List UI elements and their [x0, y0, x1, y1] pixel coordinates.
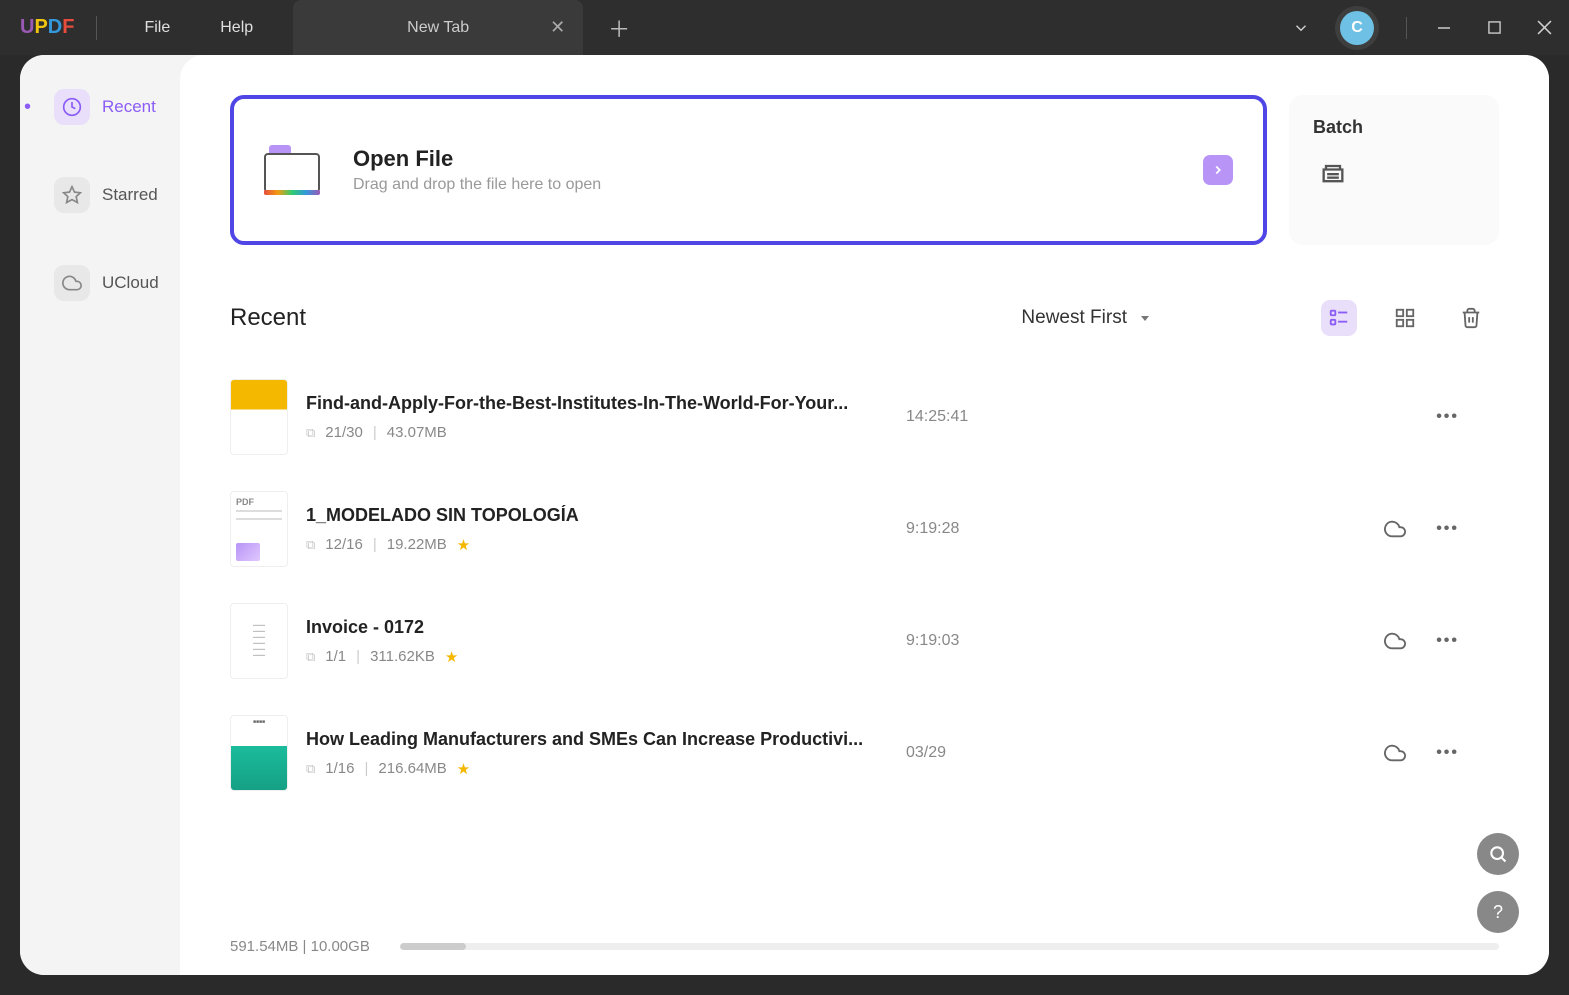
app-logo: UPDF: [20, 16, 74, 39]
tab-new[interactable]: New Tab ✕: [293, 0, 583, 55]
search-button[interactable]: [1477, 833, 1519, 875]
tab-label: New Tab: [407, 19, 469, 37]
file-meta: ⧉12/16|19.22MB★: [306, 536, 866, 554]
titlebar: UPDF File Help New Tab ✕ ＋ C: [0, 0, 1569, 55]
open-file-zone[interactable]: Open File Drag and drop the file here to…: [230, 95, 1267, 245]
file-thumbnail: PDF: [230, 491, 288, 567]
sidebar-label: Starred: [102, 185, 158, 205]
sidebar-item-starred[interactable]: Starred: [42, 171, 180, 219]
maximize-button[interactable]: [1469, 3, 1519, 53]
cloud-icon[interactable]: [1384, 742, 1406, 764]
star-icon: [54, 177, 90, 213]
user-avatar[interactable]: C: [1340, 11, 1374, 45]
star-icon: ★: [457, 536, 470, 554]
content-area: Open File Drag and drop the file here to…: [180, 55, 1549, 975]
batch-icon: [1313, 156, 1353, 190]
file-list: Find-and-Apply-For-the-Best-Institutes-I…: [230, 361, 1499, 809]
menu-help[interactable]: Help: [195, 19, 278, 37]
storage-text: 591.54MB | 10.00GB: [230, 938, 370, 955]
clock-icon: [54, 89, 90, 125]
file-meta: ⧉1/16|216.64MB★: [306, 760, 866, 778]
sidebar: Recent Starred UCloud: [20, 55, 180, 975]
file-thumbnail: ━━━━━━━━━━━━━━━━━━━━━━━━: [230, 603, 288, 679]
batch-title: Batch: [1313, 117, 1475, 138]
file-meta: ⧉1/1|311.62KB★: [306, 648, 866, 666]
more-icon[interactable]: •••: [1436, 744, 1459, 762]
file-row[interactable]: ━━━━━━━━━━━━━━━━━━━━━━━━ Invoice - 0172 ⧉1…: [230, 585, 1499, 697]
file-thumbnail: [230, 379, 288, 455]
sidebar-label: UCloud: [102, 273, 159, 293]
close-icon[interactable]: ✕: [550, 17, 565, 38]
file-name: 1_MODELADO SIN TOPOLOGÍA: [306, 505, 866, 526]
close-button[interactable]: [1519, 3, 1569, 53]
star-icon: ★: [457, 760, 470, 778]
main-panel: Recent Starred UCloud Open F: [20, 55, 1549, 975]
add-tab-button[interactable]: ＋: [608, 12, 630, 44]
cloud-icon: [54, 265, 90, 301]
storage-bar: 591.54MB | 10.00GB: [230, 938, 1499, 955]
list-view-button[interactable]: [1321, 300, 1357, 336]
storage-progress: [400, 943, 1499, 950]
delete-button[interactable]: [1453, 300, 1489, 336]
file-time: 03/29: [906, 744, 946, 762]
folder-icon: [264, 145, 328, 195]
menu-file[interactable]: File: [119, 19, 195, 37]
file-name: Invoice - 0172: [306, 617, 866, 638]
cloud-icon[interactable]: [1384, 518, 1406, 540]
file-thumbnail: ■■■■: [230, 715, 288, 791]
file-row[interactable]: PDF 1_MODELADO SIN TOPOLOGÍA ⧉12/16|19.22M…: [230, 473, 1499, 585]
open-file-subtitle: Drag and drop the file here to open: [353, 176, 601, 194]
dropdown-icon[interactable]: [1292, 19, 1310, 37]
more-icon[interactable]: •••: [1436, 520, 1459, 538]
file-time: 14:25:41: [906, 408, 968, 426]
help-button[interactable]: ?: [1477, 891, 1519, 933]
grid-view-button[interactable]: [1387, 300, 1423, 336]
file-row[interactable]: Find-and-Apply-For-the-Best-Institutes-I…: [230, 361, 1499, 473]
sort-dropdown[interactable]: Newest First: [1021, 307, 1151, 329]
more-icon[interactable]: •••: [1436, 408, 1459, 426]
star-icon: ★: [445, 648, 458, 666]
file-time: 9:19:03: [906, 632, 959, 650]
sidebar-item-recent[interactable]: Recent: [42, 83, 180, 131]
minimize-button[interactable]: [1419, 3, 1469, 53]
chevron-right-icon[interactable]: [1203, 155, 1233, 185]
batch-card[interactable]: Batch: [1289, 95, 1499, 245]
file-time: 9:19:28: [906, 520, 959, 538]
open-file-title: Open File: [353, 146, 601, 172]
file-name: How Leading Manufacturers and SMEs Can I…: [306, 729, 866, 750]
sidebar-item-ucloud[interactable]: UCloud: [42, 259, 180, 307]
file-name: Find-and-Apply-For-the-Best-Institutes-I…: [306, 393, 866, 414]
file-meta: ⧉21/30|43.07MB: [306, 424, 866, 441]
sidebar-label: Recent: [102, 97, 156, 117]
file-row[interactable]: ■■■■ How Leading Manufacturers and SMEs C…: [230, 697, 1499, 809]
recent-title: Recent: [230, 304, 306, 332]
cloud-icon[interactable]: [1384, 630, 1406, 652]
more-icon[interactable]: •••: [1436, 632, 1459, 650]
